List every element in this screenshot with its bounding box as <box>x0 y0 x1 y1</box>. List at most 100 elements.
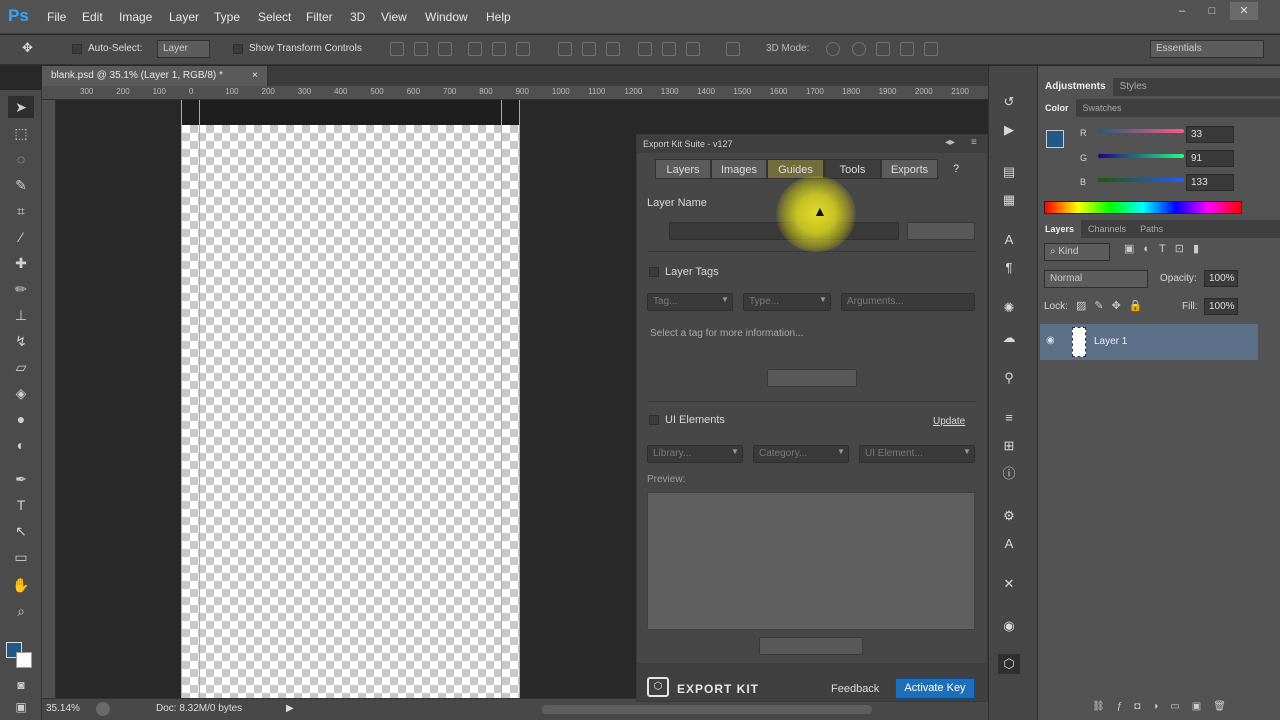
move-tool-preset-icon[interactable]: ✥ <box>22 40 33 56</box>
r-value[interactable]: 33 <box>1186 126 1234 143</box>
clone-source-icon[interactable]: ⚲ <box>998 368 1020 388</box>
adjust-panel-icon[interactable]: ≡ <box>998 408 1020 428</box>
lock-icons[interactable]: ▨✎✥🔒 <box>1076 299 1151 312</box>
collapse-panel-icon[interactable]: ◂▸ <box>945 137 955 148</box>
close-tab-icon[interactable]: × <box>252 66 258 86</box>
distribute-left-icon[interactable] <box>638 42 652 56</box>
layer-tags-checkbox[interactable] <box>649 267 659 277</box>
menu-3d[interactable]: 3D <box>350 10 365 24</box>
panel-menu-icon[interactable]: ≡ <box>971 137 977 148</box>
eraser-tool-icon[interactable]: ▱ <box>8 356 34 378</box>
color-foreground-swatch[interactable] <box>1046 130 1064 148</box>
quick-mask-icon[interactable]: ◙ <box>8 674 34 696</box>
close-window-button[interactable]: ✕ <box>1230 2 1258 20</box>
styles-panel-icon[interactable]: ⊞ <box>998 436 1020 456</box>
rectangle-tool-icon[interactable]: ▭ <box>8 546 34 568</box>
blend-mode-dropdown[interactable]: Normal <box>1044 270 1148 288</box>
menu-layer[interactable]: Layer <box>169 10 199 24</box>
tab-adjustments[interactable]: Adjustments <box>1038 78 1113 96</box>
menu-type[interactable]: Type <box>214 10 240 24</box>
actions-panel-icon[interactable]: ▶ <box>998 120 1020 140</box>
fill-value[interactable]: 100% <box>1204 298 1238 315</box>
status-info-icon[interactable] <box>96 702 110 716</box>
notes-panel-icon[interactable]: ⓘ <box>998 464 1020 484</box>
minimize-button[interactable]: – <box>1168 2 1196 20</box>
background-color-swatch[interactable] <box>16 652 32 668</box>
history-brush-tool-icon[interactable]: ↯ <box>8 330 34 352</box>
healing-brush-tool-icon[interactable]: ✚ <box>8 252 34 274</box>
auto-align-icon[interactable] <box>726 42 740 56</box>
tab-paths[interactable]: Paths <box>1133 220 1170 238</box>
menu-edit[interactable]: Edit <box>82 10 103 24</box>
properties-panel-icon[interactable]: ▤ <box>998 162 1020 182</box>
align-bottom-icon[interactable] <box>438 42 452 56</box>
brush-panel-icon[interactable]: ✺ <box>998 298 1020 318</box>
clone-stamp-tool-icon[interactable]: ⊥ <box>8 304 34 326</box>
brush-presets-icon[interactable]: ☁ <box>998 328 1020 348</box>
tab-images[interactable]: Images <box>711 159 767 179</box>
export-kit-title[interactable]: Export Kit Suite - v127 <box>637 135 987 153</box>
b-value[interactable]: 133 <box>1186 174 1234 191</box>
distribute-top-icon[interactable] <box>558 42 572 56</box>
history-panel-icon[interactable]: ↺ <box>998 92 1020 112</box>
align-left-icon[interactable] <box>468 42 482 56</box>
b-slider[interactable] <box>1098 178 1184 182</box>
tab-swatches[interactable]: Swatches <box>1076 99 1129 117</box>
marquee-tool-icon[interactable]: ⬚ <box>8 122 34 144</box>
g-slider[interactable] <box>1098 154 1184 158</box>
maximize-button[interactable]: □ <box>1198 2 1226 20</box>
crop-tool-icon[interactable]: ⌗ <box>8 200 34 222</box>
workspace-dropdown[interactable]: Essentials <box>1150 40 1264 58</box>
3d-scale-icon[interactable] <box>924 42 938 56</box>
layer-filter-icons[interactable]: ▣◐T⊡▮ <box>1124 242 1208 255</box>
tab-exports[interactable]: Exports <box>881 159 938 179</box>
timeline-panel-icon[interactable]: ⚙ <box>998 506 1020 526</box>
hand-tool-icon[interactable]: ✋ <box>8 574 34 596</box>
layer-comps-icon[interactable]: ◉ <box>998 616 1020 636</box>
tab-layers-panel[interactable]: Layers <box>1038 220 1082 238</box>
update-link[interactable]: Update <box>933 416 965 427</box>
menu-file[interactable]: File <box>47 10 66 24</box>
insert-element-button[interactable] <box>759 637 863 655</box>
document-tab[interactable]: blank.psd @ 35.1% (Layer 1, RGB/8) * × <box>42 66 268 86</box>
layer-name-apply-button[interactable] <box>907 222 975 240</box>
menu-help[interactable]: Help <box>486 10 511 24</box>
character-panel-icon[interactable]: A <box>998 230 1020 250</box>
layers-bottom-toolbar[interactable]: ⛓ƒ◘◑▭▣🗑 <box>1092 701 1238 712</box>
library-select[interactable]: Library... <box>647 445 743 463</box>
opacity-value[interactable]: 100% <box>1204 270 1238 287</box>
export-kit-panel-icon[interactable]: ⬡ <box>998 654 1020 674</box>
tab-styles[interactable]: Styles <box>1113 78 1154 96</box>
3d-roll-icon[interactable] <box>852 42 866 56</box>
auto-select-dropdown[interactable]: Layer <box>157 40 210 58</box>
add-tag-button[interactable] <box>767 369 857 387</box>
guide-line[interactable] <box>181 100 182 698</box>
dodge-tool-icon[interactable]: ◐ <box>8 434 34 456</box>
tab-color[interactable]: Color <box>1038 99 1076 117</box>
zoom-level[interactable]: 35.14% <box>46 703 80 714</box>
screen-mode-icon[interactable]: ▣ <box>8 696 34 718</box>
pen-tool-icon[interactable]: ✒ <box>8 468 34 490</box>
layer-row-selected[interactable]: ◉ Layer 1 <box>1040 324 1258 360</box>
tab-tools[interactable]: Tools <box>824 159 881 179</box>
type-tool-icon[interactable]: T <box>8 494 34 516</box>
tool-presets-icon[interactable]: ✕ <box>998 574 1020 594</box>
guide-line[interactable] <box>501 100 502 698</box>
status-menu-arrow-icon[interactable]: ▶ <box>286 703 294 714</box>
distribute-hcenter-icon[interactable] <box>662 42 676 56</box>
paint-bucket-tool-icon[interactable]: ◈ <box>8 382 34 404</box>
layer-name[interactable]: Layer 1 <box>1094 336 1127 347</box>
3d-slide-icon[interactable] <box>900 42 914 56</box>
layer-kind-filter[interactable]: ⌕ Kind <box>1044 243 1110 261</box>
move-tool-icon[interactable]: ➤ <box>8 96 34 118</box>
align-top-icon[interactable] <box>390 42 404 56</box>
eyedropper-tool-icon[interactable]: ⁄ <box>8 226 34 248</box>
horizontal-scrollbar[interactable] <box>542 705 872 714</box>
menu-filter[interactable]: Filter <box>306 10 333 24</box>
guide-line[interactable] <box>199 100 200 698</box>
activate-key-button[interactable]: Activate Key <box>895 678 975 699</box>
distribute-bottom-icon[interactable] <box>606 42 620 56</box>
align-hcenter-icon[interactable] <box>492 42 506 56</box>
info-panel-icon[interactable]: ▦ <box>998 190 1020 210</box>
menu-image[interactable]: Image <box>119 10 152 24</box>
